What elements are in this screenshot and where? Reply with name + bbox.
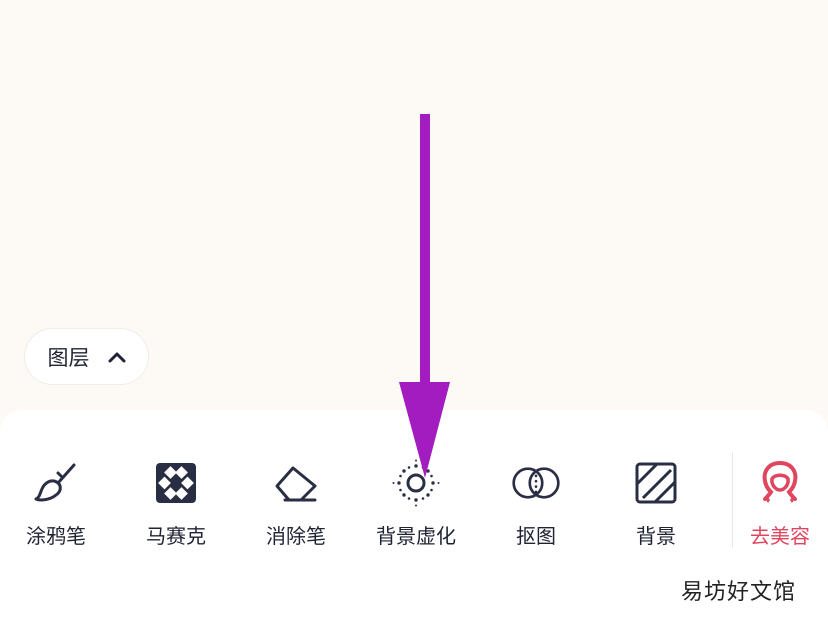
tool-cutout[interactable]: 抠图 [481, 458, 591, 558]
tool-label: 背景虚化 [376, 524, 456, 548]
tool-label: 涂鸦笔 [26, 524, 86, 548]
layer-button-label: 图层 [47, 345, 90, 370]
tool-label: 消除笔 [266, 524, 326, 548]
cutout-icon [511, 458, 561, 508]
tool-label: 去美容 [750, 524, 810, 548]
beauty-icon [755, 458, 805, 508]
chevron-up-icon [108, 351, 126, 363]
tool-background-blur[interactable]: 背景虚化 [361, 458, 471, 558]
tool-background[interactable]: 背景 [601, 458, 711, 558]
background-icon [631, 458, 681, 508]
brush-icon [31, 458, 81, 508]
background-blur-icon [391, 458, 441, 508]
tool-label: 马赛克 [146, 524, 206, 548]
tool-go-beauty[interactable]: 去美容 [725, 458, 828, 558]
eraser-icon [271, 458, 321, 508]
watermark-text: 易坊好文馆 [681, 580, 797, 605]
tool-label: 背景 [636, 524, 676, 548]
tool-eraser-pen[interactable]: 消除笔 [241, 458, 351, 558]
tool-label: 抠图 [516, 524, 556, 548]
mosaic-icon [151, 458, 201, 508]
layer-toggle-button[interactable]: 图层 [25, 329, 148, 384]
tool-doodle-pen[interactable]: 涂鸦笔 [1, 458, 111, 558]
tool-mosaic[interactable]: 马赛克 [121, 458, 231, 558]
